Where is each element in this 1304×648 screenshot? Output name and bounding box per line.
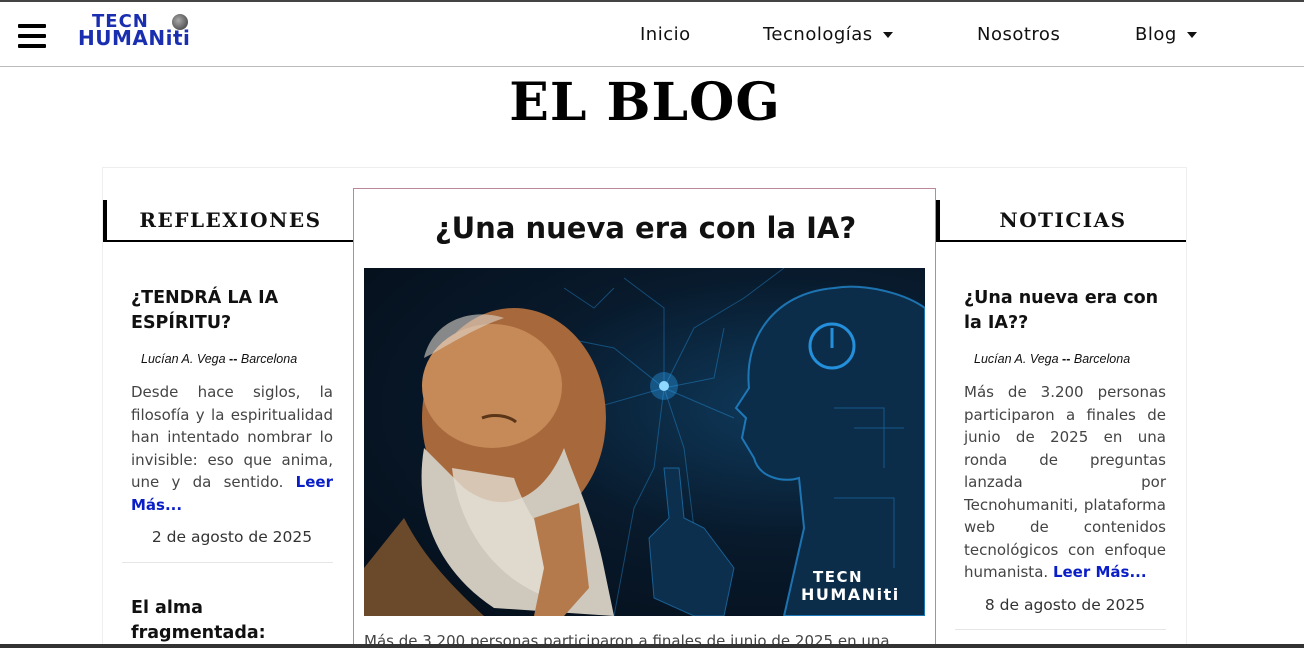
read-more-link[interactable]: Leer Más... (1053, 563, 1147, 581)
featured-post-title[interactable]: ¿Una nueva era con la IA? (354, 211, 937, 245)
post-byline: Lucían A. Vega -- Barcelona (141, 352, 298, 366)
section-heading-reflexiones: REFLEXIONES (103, 200, 354, 242)
chevron-down-icon (882, 32, 893, 38)
post-title-tendra-ia-espiritu[interactable]: ¿TENDRÁ LA IA ESPÍRITU? (131, 286, 331, 336)
bottom-edge (0, 644, 1304, 648)
post-title-alma-fragmentada[interactable]: El alma fragmentada: identidad y emoción (131, 596, 341, 648)
hamburger-menu-icon[interactable] (18, 24, 46, 48)
site-logo[interactable]: TECN HUMANiti (78, 13, 208, 53)
post-byline: Lucían A. Vega -- Barcelona (974, 352, 1131, 366)
page-title: EL BLOG (509, 72, 781, 133)
top-navbar: TECN HUMANiti Inicio Tecnologías Nosotro… (0, 0, 1304, 67)
post-title-nueva-era-ia[interactable]: ¿Una nueva era con la IA?? (964, 286, 1174, 336)
nav-inicio[interactable]: Inicio (640, 24, 691, 45)
nav-nosotros[interactable]: Nosotros (977, 24, 1060, 45)
section-heading-noticias: NOTICIAS (936, 200, 1186, 242)
post-excerpt: Más de 3.200 personas participaron a fin… (964, 383, 1166, 581)
nav-tecnologias[interactable]: Tecnologías (763, 24, 893, 45)
image-watermark-line2: HUMANiti (801, 585, 900, 604)
featured-illustration (364, 268, 925, 616)
post-excerpt: Desde hace siglos, la filosofía y la esp… (131, 383, 333, 514)
featured-post-card: ¿Una nueva era con la IA? TECN HUMANiti … (353, 188, 936, 648)
post-date: 2 de agosto de 2025 (151, 528, 313, 546)
logo-text-line2: HUMANiti (78, 26, 191, 50)
nav-blog[interactable]: Blog (1135, 24, 1197, 45)
featured-post-image[interactable]: TECN HUMANiti (364, 268, 925, 616)
divider (122, 562, 333, 563)
post-date: 8 de agosto de 2025 (984, 596, 1146, 614)
image-watermark-line1: TECN (813, 568, 864, 586)
globe-icon (172, 14, 188, 30)
chevron-down-icon (1186, 32, 1197, 38)
divider (955, 629, 1166, 630)
